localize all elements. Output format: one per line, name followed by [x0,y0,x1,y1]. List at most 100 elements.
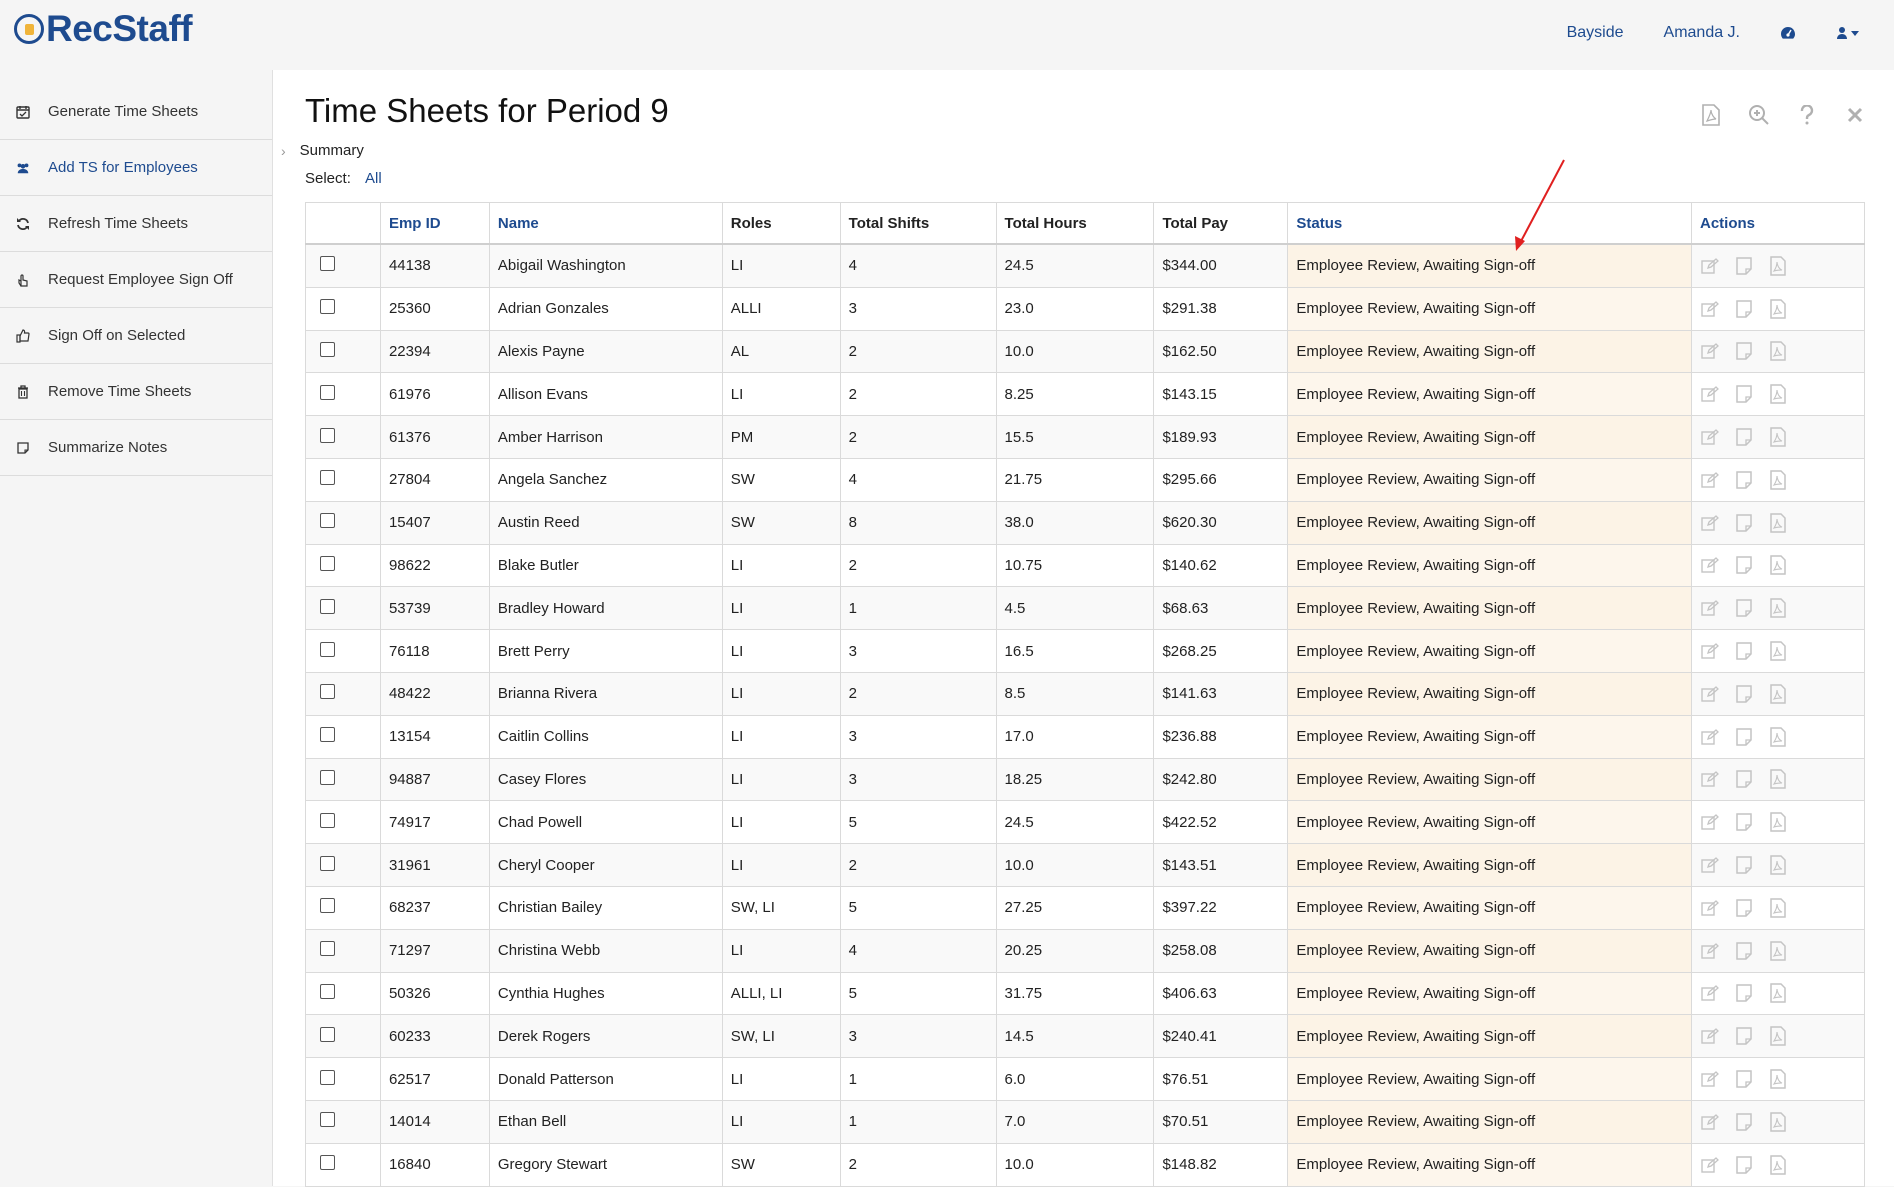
edit-icon[interactable] [1700,598,1720,618]
edit-icon[interactable] [1700,983,1720,1003]
row-checkbox[interactable] [320,941,335,957]
table-row[interactable]: 53739 Bradley Howard LI 1 4.5 $68.63 Employee … [305,586,1865,631]
note-icon[interactable] [1734,1112,1754,1132]
note-icon[interactable] [1734,427,1754,447]
row-checkbox[interactable] [320,898,335,914]
edit-icon[interactable] [1700,769,1720,789]
row-checkbox[interactable] [320,684,335,700]
pdf-icon[interactable] [1768,470,1788,490]
table-row[interactable]: 27804 Angela Sanchez SW 4 21.75 $295.66 Employ… [305,457,1865,502]
note-icon[interactable] [1734,299,1754,319]
table-row[interactable]: 13154 Caitlin Collins LI 3 17.0 $236.88 Employ… [305,714,1865,759]
table-row[interactable]: 68237 Christian Bailey SW, LI 5 27.25 $397.22… [305,885,1865,930]
row-checkbox[interactable] [320,769,335,785]
table-row[interactable]: 61376 Amber Harrison PM 2 15.5 $189.93 Employe… [305,415,1865,459]
note-icon[interactable] [1734,1026,1754,1046]
row-checkbox[interactable] [320,470,335,486]
sidebar-item-generate-time-sheets[interactable]: Generate Time Sheets [0,84,272,140]
table-row[interactable]: 25360 Adrian Gonzales ALLI 3 23.0 $291.38 Empl… [305,286,1865,331]
row-checkbox[interactable] [320,427,335,443]
note-icon[interactable] [1734,555,1754,575]
note-icon[interactable] [1734,598,1754,618]
note-icon[interactable] [1734,641,1754,661]
row-checkbox[interactable] [320,727,335,743]
pdf-icon[interactable] [1768,812,1788,832]
pdf-icon[interactable] [1768,512,1788,533]
note-icon[interactable] [1734,341,1754,361]
pdf-icon[interactable] [1768,1154,1788,1175]
sidebar-item-remove-time-sheets[interactable]: Remove Time Sheets [0,364,272,420]
sidebar-item-add-ts-for-employees[interactable]: Add TS for Employees [0,140,272,196]
row-checkbox[interactable] [320,855,335,871]
user-name-link[interactable]: Amanda J. [1664,24,1740,42]
note-icon[interactable] [1734,1155,1754,1175]
dashboard-icon[interactable] [1780,26,1796,40]
note-icon[interactable] [1734,684,1754,704]
export-pdf-icon[interactable] [1700,104,1722,126]
pdf-icon[interactable] [1768,598,1788,619]
pdf-icon[interactable] [1768,769,1788,790]
pdf-icon[interactable] [1768,555,1788,576]
row-checkbox[interactable] [320,256,335,272]
note-icon[interactable] [1734,855,1754,875]
edit-icon[interactable] [1700,684,1720,704]
pdf-icon[interactable] [1768,384,1788,405]
row-checkbox[interactable] [320,598,335,614]
edit-icon[interactable] [1700,812,1720,832]
pdf-icon[interactable] [1768,855,1788,875]
edit-icon[interactable] [1700,727,1720,747]
summary-toggle[interactable]: › Summary [281,142,364,159]
location-link[interactable]: Bayside [1567,24,1624,42]
zoom-icon[interactable] [1748,104,1770,126]
row-checkbox[interactable] [320,513,335,529]
note-icon[interactable] [1734,983,1754,1003]
table-row[interactable]: 71297 Christina Webb LI 4 20.25 $258.08 Employ… [305,928,1865,973]
pdf-icon[interactable] [1768,256,1788,276]
row-checkbox[interactable] [320,1026,335,1042]
row-checkbox[interactable] [320,983,335,999]
pdf-icon[interactable] [1768,427,1788,447]
table-row[interactable]: 76118 Brett Perry LI 3 16.5 $268.25 Employee R… [305,629,1865,673]
sidebar-item-request-employee-sign-off[interactable]: Request Employee Sign Off [0,252,272,308]
edit-icon[interactable] [1700,855,1720,875]
note-icon[interactable] [1734,1069,1754,1089]
edit-icon[interactable] [1700,384,1720,404]
note-icon[interactable] [1734,941,1754,961]
table-row[interactable]: 62517 Donald Patterson LI 1 6.0 $76.51 Employe… [305,1057,1865,1101]
header-emp-id[interactable]: Emp ID [379,202,490,245]
edit-icon[interactable] [1700,941,1720,961]
pdf-icon[interactable] [1768,940,1788,961]
pdf-icon[interactable] [1768,983,1788,1004]
row-checkbox[interactable] [320,341,335,357]
table-row[interactable]: 14014 Ethan Bell LI 1 7.0 $70.51 Employee Revi… [305,1099,1865,1144]
table-row[interactable]: 61976 Allison Evans LI 2 8.25 $143.15 Employee… [305,372,1865,417]
note-icon[interactable] [1734,727,1754,747]
table-row[interactable]: 31961 Cheryl Cooper LI 2 10.0 $143.51 Employee… [305,843,1865,887]
pdf-icon[interactable] [1768,1069,1788,1089]
table-row[interactable]: 48422 Brianna Rivera LI 2 8.5 $141.63 Employee… [305,671,1865,716]
edit-icon[interactable] [1700,256,1720,276]
note-icon[interactable] [1734,898,1754,918]
sidebar-item-summarize-notes[interactable]: Summarize Notes [0,420,272,476]
row-checkbox[interactable] [320,384,335,400]
note-icon[interactable] [1734,769,1754,789]
header-actions[interactable]: Actions [1691,202,1865,245]
table-row[interactable]: 98622 Blake Butler LI 2 10.75 $140.62 Employee… [305,543,1865,588]
logo[interactable]: RecStaff [14,8,193,50]
edit-icon[interactable] [1700,299,1720,319]
row-checkbox[interactable] [320,641,335,657]
pdf-icon[interactable] [1768,1112,1788,1132]
table-row[interactable]: 60233 Derek Rogers SW, LI 3 14.5 $240.41 Emplo… [305,1014,1865,1059]
pdf-icon[interactable] [1768,726,1788,747]
close-icon[interactable] [1844,104,1866,126]
table-row[interactable]: 22394 Alexis Payne AL 2 10.0 $162.50 Employee … [305,329,1865,374]
header-status[interactable]: Status [1287,202,1692,245]
note-icon[interactable] [1734,812,1754,832]
row-checkbox[interactable] [320,812,335,828]
edit-icon[interactable] [1700,1069,1720,1089]
edit-icon[interactable] [1700,1155,1720,1175]
table-row[interactable]: 94887 Casey Flores LI 3 18.25 $242.80 Employee… [305,757,1865,802]
pdf-icon[interactable] [1768,341,1788,362]
note-icon[interactable] [1734,256,1754,276]
edit-icon[interactable] [1700,641,1720,661]
